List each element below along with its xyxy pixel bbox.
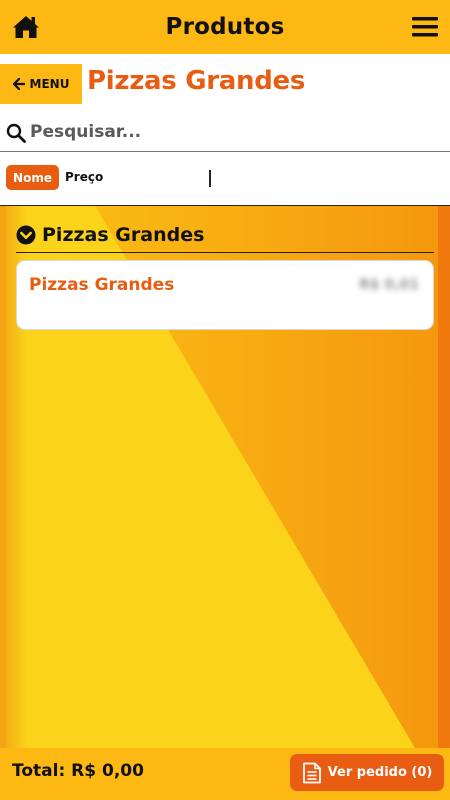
back-to-menu-button[interactable]: MENU (0, 64, 82, 104)
sort-options: Nome Preço (0, 152, 450, 206)
category-title: Pizzas Grandes (87, 66, 306, 96)
document-icon (302, 762, 321, 783)
sort-by-price-button[interactable]: Preço (65, 170, 103, 184)
order-total: Total: R$ 0,00 (12, 761, 144, 781)
page-title: Produtos (165, 14, 285, 40)
text-cursor (209, 170, 211, 187)
footer-bar: Total: R$ 0,00 Ver pedido (0) (0, 748, 450, 800)
product-name: Pizzas Grandes (29, 275, 175, 295)
top-bar: Produtos (0, 0, 450, 54)
section-header[interactable]: Pizzas Grandes (16, 218, 434, 253)
section-title: Pizzas Grandes (42, 224, 205, 246)
arrow-left-icon (12, 78, 25, 90)
search-icon (6, 123, 26, 143)
product-list-area[interactable]: Pizzas Grandes Pizzas Grandes R$ 0,01 (0, 206, 450, 748)
category-header: MENU Pizzas Grandes (0, 54, 450, 114)
product-card[interactable]: Pizzas Grandes R$ 0,01 (16, 260, 434, 330)
chevron-down-circle-icon (16, 225, 36, 245)
back-button-label: MENU (29, 77, 70, 91)
search-input[interactable] (30, 118, 440, 146)
sort-by-name-button[interactable]: Nome (6, 165, 59, 190)
hamburger-menu-icon[interactable] (412, 16, 438, 38)
view-order-label: Ver pedido (0) (327, 765, 433, 780)
search-bar (0, 114, 450, 152)
product-price: R$ 0,01 (359, 277, 419, 293)
home-icon[interactable] (12, 14, 40, 40)
view-order-button[interactable]: Ver pedido (0) (290, 754, 444, 791)
